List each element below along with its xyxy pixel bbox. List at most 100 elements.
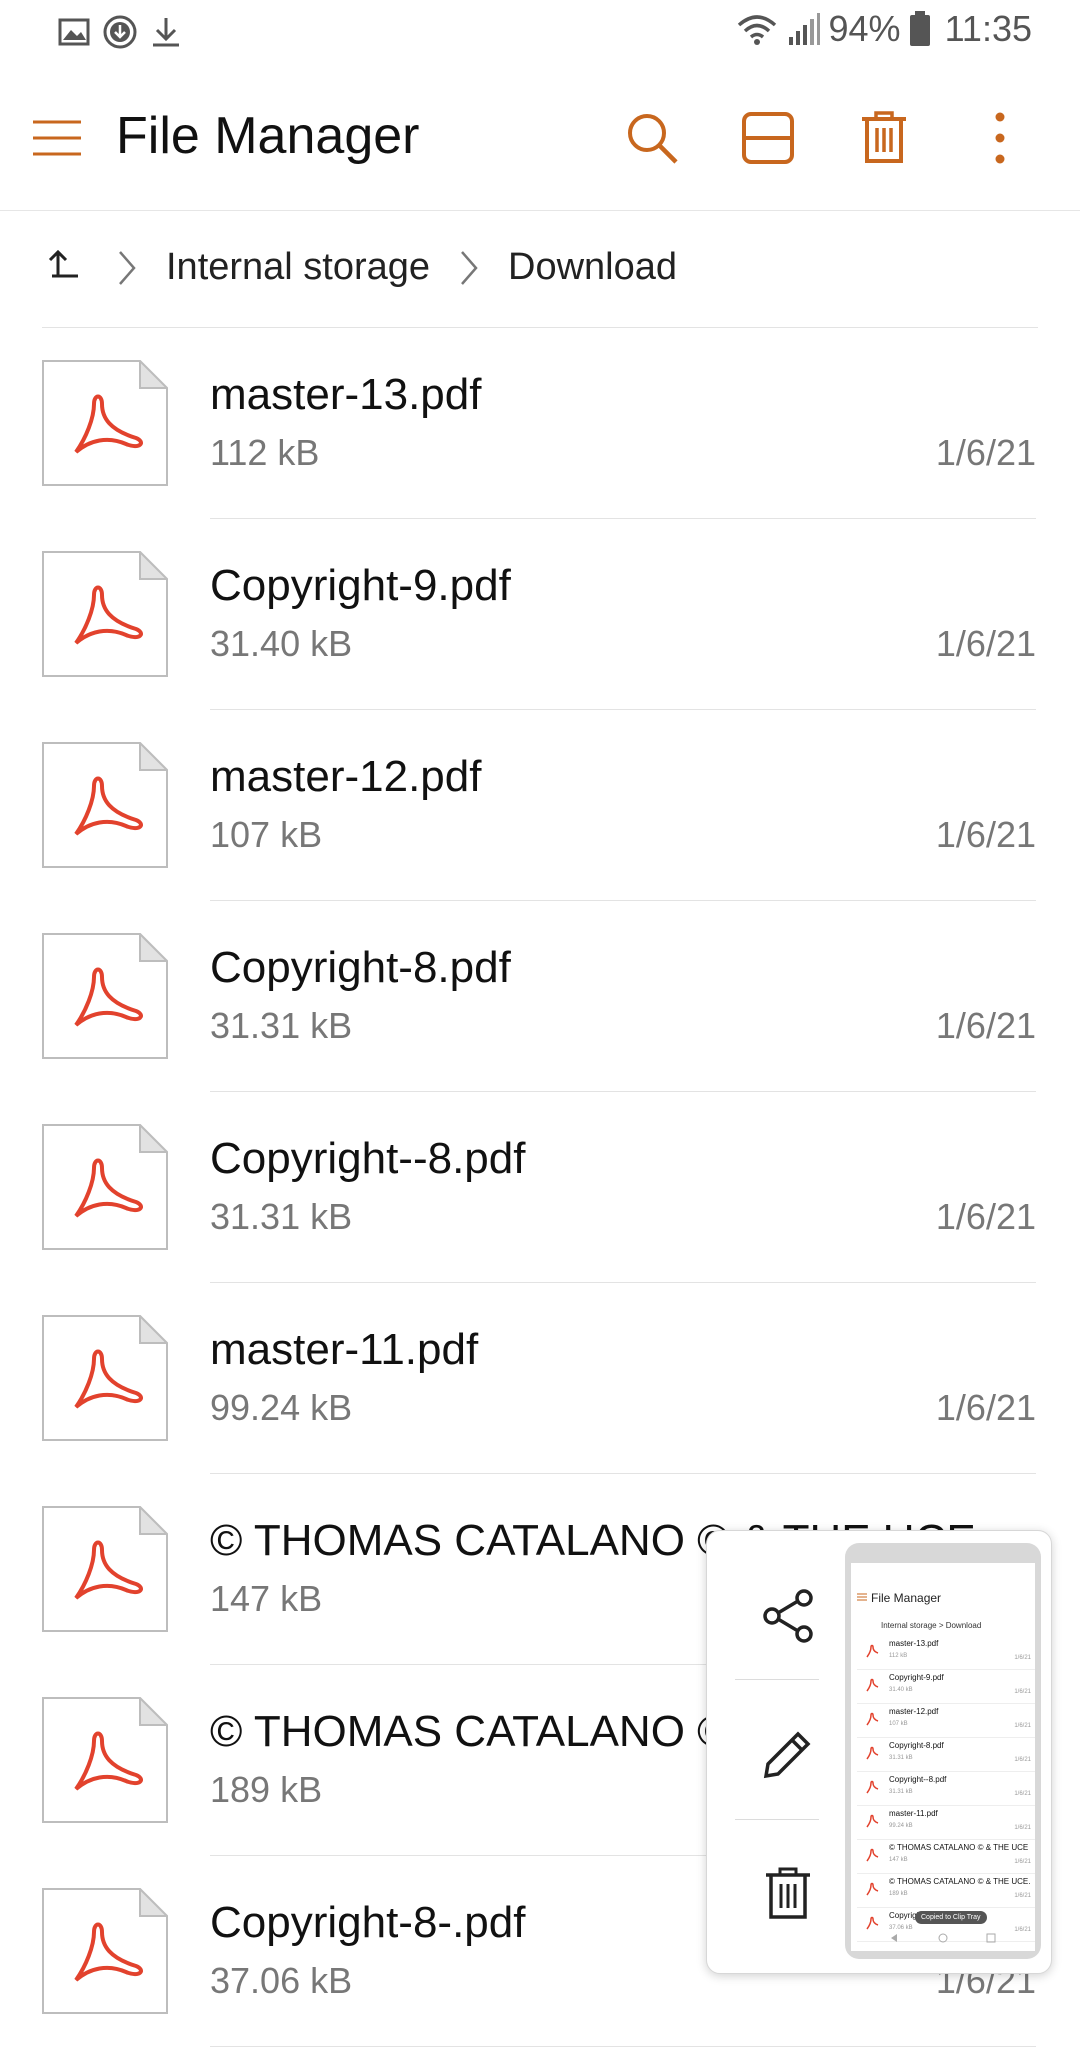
pdf-file-icon — [42, 1886, 170, 2014]
file-name: Copyright-8.pdf — [210, 943, 511, 992]
pdf-file-icon — [42, 1695, 170, 1823]
file-size: 99.24 kB — [210, 1387, 353, 1428]
thumbnail-row: © THOMAS CATALANO © & THE UCE. 189 kB 1/6/… — [857, 1873, 1035, 1908]
share-button[interactable] — [733, 1561, 843, 1671]
share-icon — [763, 1589, 813, 1643]
thumbnail-file-name: Copyright-8.pdf — [889, 1741, 944, 1750]
file-size: 189 kB — [210, 1769, 323, 1810]
pdf-file-icon — [866, 1712, 879, 1726]
thumbnail-row: master-12.pdf 107 kB 1/6/21 — [857, 1703, 1035, 1738]
pdf-file-icon — [42, 358, 170, 486]
hamburger-icon — [857, 1593, 867, 1601]
view-toggle-button[interactable] — [736, 106, 800, 170]
thumbnail-row: Copyright--8.pdf 31.31 kB 1/6/21 — [857, 1771, 1035, 1806]
up-arrow-icon[interactable] — [44, 244, 84, 284]
file-row[interactable]: Copyright-8.pdf 31.31 kB 1/6/21 — [0, 901, 1080, 1092]
file-date: 1/6/21 — [935, 623, 1036, 664]
chevron-right-icon — [461, 251, 478, 285]
thumbnail-title: File Manager — [871, 1591, 942, 1605]
pdf-file-icon — [866, 1814, 879, 1828]
file-name: master-12.pdf — [210, 752, 482, 801]
edit-icon — [763, 1731, 811, 1779]
file-date: 1/6/21 — [935, 814, 1036, 855]
screenshot-thumbnail[interactable]: File Manager Internal storage > Download… — [845, 1543, 1041, 1959]
pdf-file-icon — [42, 549, 170, 677]
file-row[interactable]: master-12.pdf 107 kB 1/6/21 — [0, 710, 1080, 901]
app-bar: File Manager — [0, 70, 1080, 211]
file-size: 31.40 kB — [210, 623, 353, 664]
file-size: 107 kB — [210, 814, 323, 855]
thumbnail-file-date: 1/6/21 — [1014, 1859, 1031, 1865]
thumbnail-file-name: master-11.pdf — [889, 1809, 938, 1818]
wifi-icon — [737, 15, 776, 45]
signal-icon — [788, 13, 820, 45]
file-name: Copyright--8.pdf — [210, 1134, 526, 1183]
thumbnail-file-size: 147 kB — [889, 1857, 908, 1863]
file-row[interactable]: master-11.pdf 99.24 kB 1/6/21 — [0, 1283, 1080, 1474]
thumbnail-file-size: 189 kB — [889, 1891, 908, 1897]
pdf-file-icon — [866, 1780, 879, 1794]
delete-screenshot-button[interactable] — [733, 1839, 843, 1949]
thumbnail-breadcrumb: Internal storage > Download — [881, 1621, 982, 1630]
more-options-button[interactable] — [968, 106, 1032, 170]
thumbnail-file-date: 1/6/21 — [1014, 1825, 1031, 1831]
delete-icon — [766, 1867, 810, 1919]
search-button[interactable] — [620, 106, 684, 170]
delete-button[interactable] — [852, 106, 916, 170]
thumbnail-file-date: 1/6/21 — [1014, 1893, 1031, 1899]
thumbnail-file-name: master-13.pdf — [889, 1639, 939, 1648]
file-row[interactable]: Copyright-9.pdf 31.40 kB 1/6/21 — [0, 519, 1080, 710]
breadcrumb-internal-storage[interactable]: Internal storage — [166, 246, 430, 289]
hamburger-icon — [33, 120, 81, 156]
battery-percent: 94% — [828, 8, 901, 49]
view-toggle-icon — [742, 112, 794, 164]
thumbnail-file-date: 1/6/21 — [1014, 1791, 1031, 1797]
thumbnail-row: Copyright-9.pdf 31.40 kB 1/6/21 — [857, 1669, 1035, 1704]
file-name: Copyright-9.pdf — [210, 561, 511, 610]
thumbnail-nav-bar — [891, 1933, 996, 1943]
breadcrumb-download[interactable]: Download — [508, 246, 677, 289]
thumbnail-file-size: 31.40 kB — [889, 1687, 913, 1693]
popup-divider — [735, 1679, 819, 1680]
thumbnail-row: Copyright-8.pdf 31.31 kB 1/6/21 — [857, 1737, 1035, 1772]
thumbnail-file-name: master-12.pdf — [889, 1707, 939, 1716]
chevron-right-icon — [119, 251, 136, 285]
clock: 11:35 — [944, 8, 1032, 49]
thumbnail-screen: File Manager Internal storage > Download… — [851, 1563, 1035, 1951]
thumbnail-file-name: Copyright--8.pdf — [889, 1775, 947, 1784]
thumbnail-file-date: 1/6/21 — [1014, 1689, 1031, 1695]
pdf-file-icon — [866, 1848, 879, 1862]
file-size: 37.06 kB — [210, 1960, 353, 2001]
file-row[interactable]: master-13.pdf 112 kB 1/6/21 — [0, 328, 1080, 519]
pdf-file-icon — [42, 1504, 170, 1632]
file-row[interactable]: Copyright--8.pdf 31.31 kB 1/6/21 — [0, 1092, 1080, 1283]
popup-divider — [735, 1819, 819, 1820]
pdf-file-icon — [866, 1882, 879, 1896]
thumbnail-file-size: 31.31 kB — [889, 1789, 913, 1795]
thumbnail-row: © THOMAS CATALANO © & THE UCE 147 kB 1/6/2… — [857, 1839, 1035, 1874]
file-name: master-11.pdf — [210, 1325, 479, 1374]
file-date: 1/6/21 — [935, 432, 1036, 473]
pdf-file-icon — [866, 1746, 879, 1760]
thumbnail-row: master-13.pdf 112 kB 1/6/21 — [857, 1635, 1035, 1670]
thumbnail-file-name: Copyright-9.pdf — [889, 1673, 944, 1682]
menu-button[interactable] — [26, 106, 90, 170]
image-icon — [58, 18, 90, 46]
file-date: 1/6/21 — [935, 1387, 1036, 1428]
pdf-file-icon — [866, 1644, 879, 1658]
screenshot-popup: File Manager Internal storage > Download… — [706, 1530, 1052, 1974]
file-name: Copyright-8-.pdf — [210, 1898, 526, 1947]
app-title: File Manager — [116, 107, 420, 165]
edit-button[interactable] — [733, 1699, 843, 1809]
battery-icon — [909, 11, 930, 46]
download-circle-icon — [103, 15, 137, 49]
thumbnail-file-date: 1/6/21 — [1014, 1723, 1031, 1729]
pdf-file-icon — [42, 740, 170, 868]
file-size: 31.31 kB — [210, 1196, 353, 1237]
thumbnail-file-date: 1/6/21 — [1014, 1757, 1031, 1763]
breadcrumb: Internal storage Download — [42, 210, 1038, 328]
download-icon — [153, 18, 179, 47]
pdf-file-icon — [42, 1313, 170, 1441]
thumbnail-file-date: 1/6/21 — [1014, 1655, 1031, 1661]
thumbnail-file-size: 31.31 kB — [889, 1755, 913, 1761]
